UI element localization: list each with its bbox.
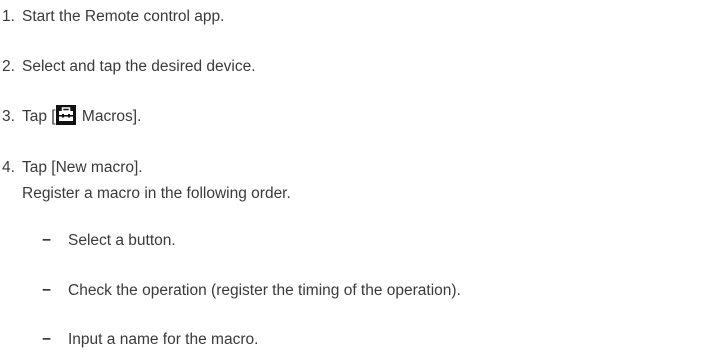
step-text-prefix: Tap [ <box>22 108 56 125</box>
bullet-text: Input a name for the macro. <box>68 331 259 348</box>
bullet-text: Check the operation (register the timing… <box>68 282 461 299</box>
step-number: 2. <box>2 58 15 75</box>
bullet-text: Select a button. <box>68 232 176 249</box>
step-text: Tap [New macro]. <box>22 159 143 176</box>
step-text: Select and tap the desired device. <box>22 58 256 75</box>
step-4-subtext: Register a macro in the following order. <box>22 185 291 202</box>
step-text-suffix: Macros]. <box>77 108 142 125</box>
step-text: Tap [ Macros]. <box>22 105 141 129</box>
toolbox-icon <box>55 105 76 125</box>
dash-icon: − <box>42 331 52 348</box>
step-number: 3. <box>2 108 15 125</box>
step-number: 4. <box>2 159 15 176</box>
step-text: Start the Remote control app. <box>22 8 225 25</box>
dash-icon: − <box>42 232 52 249</box>
step-number: 1. <box>2 8 15 25</box>
dash-icon: − <box>42 282 52 299</box>
